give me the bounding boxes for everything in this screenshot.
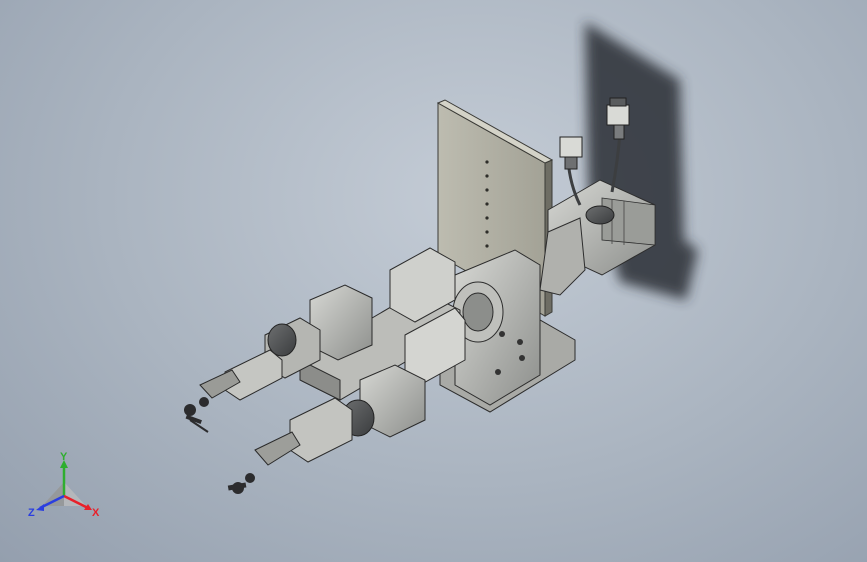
connector-side <box>559 136 583 170</box>
z-axis-label: Z <box>28 507 35 519</box>
graphics-viewport[interactable]: Y X Z <box>0 0 867 562</box>
gripper-upper <box>184 397 209 433</box>
y-axis-label: Y <box>60 451 68 463</box>
coordinate-triad: Y X Z <box>28 451 100 519</box>
x-axis-label: X <box>92 507 100 519</box>
cad-model[interactable] <box>0 0 867 562</box>
gripper-lower <box>227 473 255 494</box>
